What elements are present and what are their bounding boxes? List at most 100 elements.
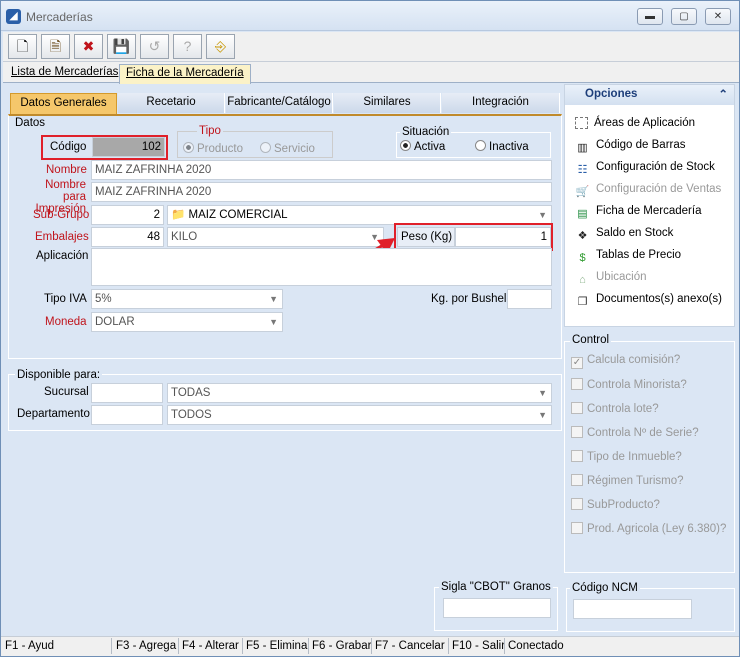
checkbox-tipo-inmueble[interactable]: Tipo de Inmueble?: [571, 450, 682, 463]
save-icon[interactable]: 💾: [107, 34, 136, 59]
subgrupo-code-field[interactable]: 2: [91, 205, 164, 225]
option-config-stock[interactable]: ☷ Configuración de Stock: [575, 161, 715, 181]
status-f7-cancelar[interactable]: F7 - Cancelar: [375, 640, 445, 652]
aplicacion-textarea[interactable]: [91, 248, 552, 286]
tipo-iva-label: Tipo IVA: [44, 293, 87, 305]
moneda-select[interactable]: DOLAR ▼: [91, 312, 283, 332]
option-config-ventas[interactable]: 🛒 Configuración de Ventas: [575, 183, 722, 203]
tab-integracion[interactable]: Integración: [442, 93, 560, 113]
option-codigo-barras[interactable]: ▥ Código de Barras: [575, 139, 685, 159]
status-f6-grabar[interactable]: F6 - Grabar: [312, 640, 371, 652]
departamento-select[interactable]: TODOS ▼: [167, 405, 552, 425]
option-ficha-mercaderia[interactable]: ▤ Ficha de Mercadería: [575, 205, 701, 225]
opciones-header[interactable]: Opciones ⌃: [565, 85, 734, 105]
nombre-impresion-field[interactable]: MAIZ ZAFRINHA 2020: [91, 182, 552, 202]
tab-similares[interactable]: Similares: [334, 93, 441, 113]
chevron-down-icon: ▼: [538, 388, 547, 398]
tab-recetario[interactable]: Recetario: [118, 93, 225, 113]
option-saldo-stock[interactable]: ❖ Saldo en Stock: [575, 227, 674, 247]
disponible-label: Disponible para:: [15, 369, 103, 381]
status-separator: [448, 638, 449, 654]
option-documentos-anexos[interactable]: ❐ Documentos(s) anexo(s): [575, 293, 722, 313]
checkbox-regimen-turismo[interactable]: Régimen Turismo?: [571, 474, 684, 487]
edit-icon[interactable]: 🗎: [41, 34, 70, 59]
checkbox-label: Tipo de Inmueble?: [587, 451, 682, 463]
departamento-value: TODOS: [171, 409, 212, 421]
tipo-iva-value: 5%: [95, 293, 112, 305]
tab-ficha-mercaderia[interactable]: Ficha de la Mercadería: [119, 64, 251, 84]
exit-icon[interactable]: ⎆: [206, 34, 235, 59]
main-tabs: Lista de Mercaderías Ficha de la Mercade…: [3, 62, 739, 84]
sucursal-value: TODAS: [171, 387, 211, 399]
minimize-button[interactable]: ▬: [637, 8, 663, 25]
nombre-field[interactable]: MAIZ ZAFRINHA 2020: [91, 160, 552, 180]
producto-radio-icon: [183, 142, 194, 153]
sheet-icon: ▤: [577, 208, 588, 220]
chevron-down-icon: ▼: [538, 410, 547, 420]
tipo-servicio-label: Servicio: [274, 143, 315, 155]
tab-fabricante-catalogo[interactable]: Fabricante/Catálogo: [226, 93, 333, 113]
departamento-label: Departamento: [17, 408, 90, 420]
option-label: Documentos(s) anexo(s): [596, 293, 722, 305]
app-icon: ◢: [6, 9, 21, 24]
undo-icon[interactable]: ↺: [140, 34, 169, 59]
datos-section-title: Datos: [15, 117, 46, 129]
new-icon[interactable]: 🗋: [8, 34, 37, 59]
ncm-label: Código NCM: [570, 582, 640, 594]
codigo-field[interactable]: 102: [92, 137, 165, 157]
status-connection: Conectado: [508, 640, 564, 652]
status-f1-ayuda[interactable]: F1 - Ayud: [5, 640, 54, 652]
status-bar: F1 - Ayud F3 - Agrega F4 - Alterar F5 - …: [1, 636, 739, 656]
option-areas-aplicacion[interactable]: Áreas de Aplicación: [575, 117, 695, 137]
checkbox-subproducto[interactable]: SubProducto?: [571, 498, 660, 511]
subgrupo-select[interactable]: 📁 MAIZ COMERCIAL ▼: [167, 205, 552, 225]
tab-lista-mercaderias[interactable]: Lista de Mercaderías: [5, 64, 124, 84]
option-ubicacion[interactable]: ⌂ Ubicación: [575, 271, 646, 291]
checkbox-icon: [571, 522, 583, 534]
inactiva-label: Inactiva: [489, 141, 529, 153]
sucursal-code-field[interactable]: [91, 383, 163, 403]
control-panel: Control ✓ Calcula comisión? Controla Mino…: [564, 333, 735, 573]
checkbox-controla-lote[interactable]: Controla lote?: [571, 402, 659, 415]
maximize-button[interactable]: ▢: [671, 8, 697, 25]
close-button[interactable]: ✕: [705, 8, 731, 25]
tipo-servicio-radio[interactable]: Servicio: [260, 142, 315, 155]
checkbox-calcula-comision[interactable]: ✓ Calcula comisión?: [571, 354, 680, 369]
status-separator: [308, 638, 309, 654]
option-label: Configuración de Stock: [596, 161, 715, 173]
location-icon: ⌂: [579, 274, 586, 286]
aplicacion-label: Aplicación: [36, 250, 89, 262]
status-f10-salir[interactable]: F10 - Salir: [452, 640, 505, 652]
inactiva-radio[interactable]: Inactiva: [475, 140, 529, 153]
delete-icon[interactable]: ✖: [74, 34, 103, 59]
status-f4-alterar[interactable]: F4 - Alterar: [182, 640, 239, 652]
sucursal-select[interactable]: TODAS ▼: [167, 383, 552, 403]
checkbox-prod-agricola[interactable]: Prod. Agricola (Ley 6.380)?: [571, 522, 726, 535]
status-f3-agrega[interactable]: F3 - Agrega: [116, 640, 176, 652]
status-f5-elimina[interactable]: F5 - Elimina: [246, 640, 307, 652]
tipo-producto-radio[interactable]: Producto: [183, 142, 243, 155]
checkbox-controla-serie[interactable]: Controla Nº de Serie?: [571, 426, 699, 439]
departamento-code-field[interactable]: [91, 405, 163, 425]
embalaje-value: KILO: [171, 231, 198, 243]
tab-datos-generales[interactable]: Datos Generales: [10, 93, 117, 114]
tipo-iva-select[interactable]: 5% ▼: [91, 289, 283, 309]
sigla-cbot-field[interactable]: [443, 598, 551, 618]
peso-field[interactable]: 1: [455, 227, 551, 247]
stock-config-icon: ☷: [577, 164, 588, 176]
checkbox-controla-minorista[interactable]: Controla Minorista?: [571, 378, 687, 391]
activa-radio[interactable]: Activa: [400, 140, 445, 153]
help-icon[interactable]: ?: [173, 34, 202, 59]
checkbox-label: SubProducto?: [587, 499, 660, 511]
nombre-label: Nombre: [46, 164, 87, 176]
servicio-radio-icon: [260, 142, 271, 153]
title-bar: ◢ Mercaderías ▬ ▢ ✕: [1, 1, 739, 31]
opciones-title: Opciones: [585, 88, 638, 100]
ncm-field[interactable]: [573, 599, 692, 619]
kg-bushel-field[interactable]: [507, 289, 552, 309]
option-tablas-precio[interactable]: $ Tablas de Precio: [575, 249, 681, 269]
checkbox-icon: [571, 378, 583, 390]
embalajes-code-field[interactable]: 48: [91, 227, 164, 247]
documents-icon: ❐: [577, 296, 588, 308]
checkbox-label: Calcula comisión?: [587, 354, 681, 366]
